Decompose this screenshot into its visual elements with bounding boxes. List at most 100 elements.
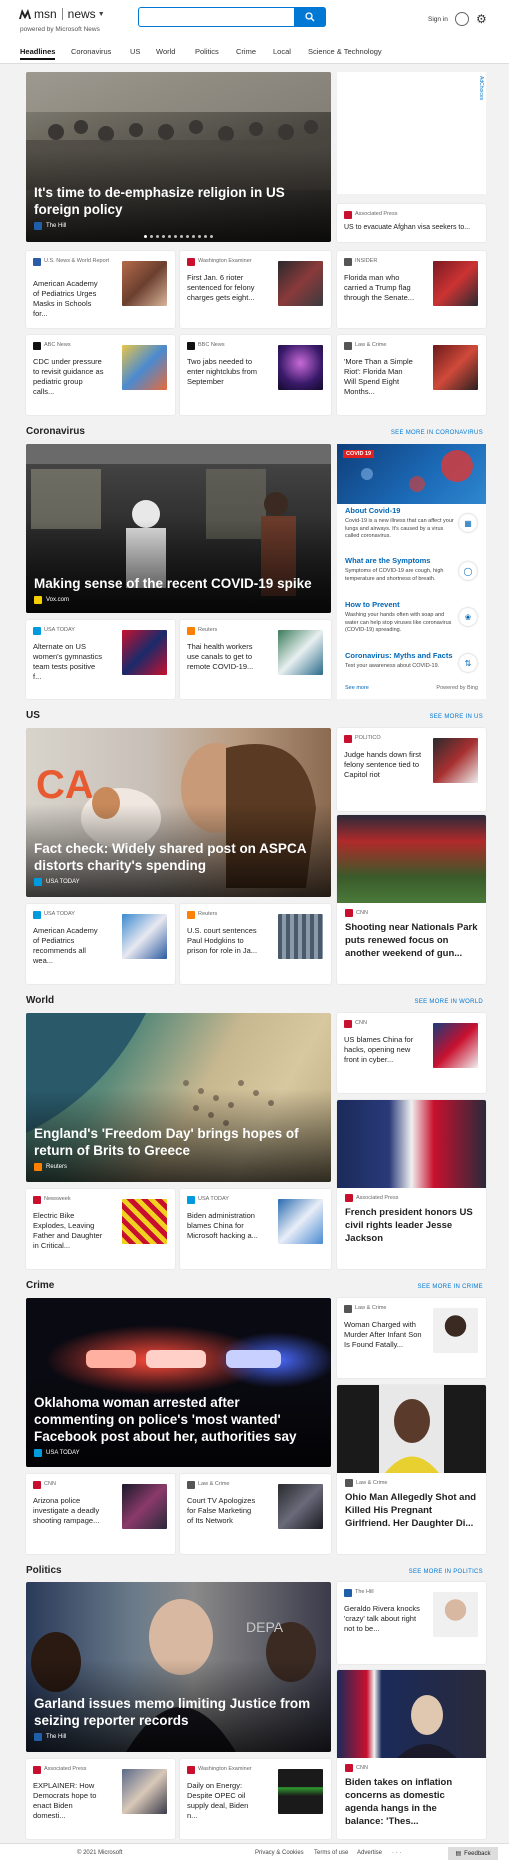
covid-item-prevent[interactable]: How to Prevent Washing your hands often … [345, 600, 455, 635]
card-title[interactable]: Biden takes on inflation concerns as dom… [345, 1776, 478, 1828]
card-title[interactable]: Shooting near Nationals Park puts renewe… [345, 921, 478, 960]
news-card[interactable]: Washington Examiner Daily on Energy: Des… [180, 1759, 331, 1839]
headlines-hero[interactable]: It's time to de-emphasize religion in US… [26, 72, 331, 242]
terms-link[interactable]: Terms of use [314, 1850, 348, 1856]
news-card[interactable]: Law & Crime 'More Than a Simple Riot': F… [337, 335, 486, 415]
news-card[interactable]: POLITICO Judge hands down first felony s… [337, 728, 486, 811]
news-card[interactable]: Newsweek Electric Bike Explodes, Leaving… [26, 1189, 175, 1269]
tall-news-card[interactable]: CNN Biden takes on inflation concerns as… [337, 1670, 486, 1839]
news-card[interactable]: The Hill Geraldo Rivera knocks 'crazy' t… [337, 1582, 486, 1664]
privacy-link[interactable]: Privacy & Cookies [255, 1850, 304, 1856]
card-title[interactable]: French president honors US civil rights … [345, 1206, 478, 1245]
news-card[interactable]: INSIDER Florida man who carried a Trump … [337, 251, 486, 328]
search-input[interactable] [139, 9, 289, 28]
see-more-coronavirus-link[interactable]: SEE MORE IN CORONAVIRUS [391, 430, 483, 436]
card-title[interactable]: Geraldo Rivera knocks 'crazy' talk about… [344, 1604, 422, 1634]
coronavirus-hero[interactable]: Making sense of the recent COVID-19 spik… [26, 444, 331, 613]
card-title[interactable]: Florida man who carried a Trump flag thr… [344, 273, 416, 303]
hero-title[interactable]: Garland issues memo limiting Justice fro… [34, 1695, 319, 1729]
hero-title[interactable]: Making sense of the recent COVID-19 spik… [34, 575, 319, 592]
nav-local[interactable]: Local [273, 47, 291, 56]
card-title[interactable]: 'More Than a Simple Riot': Florida Man W… [344, 357, 416, 397]
feedback-button[interactable]: ▤ Feedback [448, 1847, 498, 1860]
carousel-dot[interactable] [204, 235, 207, 238]
msn-logo[interactable]: msn news ▼ [18, 7, 105, 21]
card-title[interactable]: First Jan. 6 rioter sentenced for felony… [187, 273, 259, 303]
card-title[interactable]: Ohio Man Allegedly Shot and Killed His P… [345, 1491, 478, 1530]
card-title[interactable]: Biden administration blames China for Mi… [187, 1211, 259, 1241]
more-menu-icon[interactable]: · · · [392, 1850, 401, 1856]
nav-politics[interactable]: Politics [195, 47, 219, 56]
sign-in-link[interactable]: Sign in [428, 16, 448, 23]
see-more-world-link[interactable]: SEE MORE IN WORLD [415, 999, 483, 1005]
news-card[interactable]: Reuters U.S. court sentences Paul Hodgki… [180, 904, 331, 984]
see-more-crime-link[interactable]: SEE MORE IN CRIME [418, 1284, 483, 1290]
carousel-dot[interactable] [156, 235, 159, 238]
card-title[interactable]: CDC under pressure to revisit guidance a… [33, 357, 105, 397]
hero-title[interactable]: It's time to de-emphasize religion in US… [34, 184, 319, 218]
carousel-dot[interactable] [210, 235, 213, 238]
tall-news-card[interactable]: Associated Press French president honors… [337, 1100, 486, 1269]
card-title[interactable]: American Academy of Pediatrics recommend… [33, 926, 105, 966]
us-hero[interactable]: CA Fact check: Widely shared post on ASP… [26, 728, 331, 897]
news-card[interactable]: USA TODAY Alternate on US women's gymnas… [26, 620, 175, 699]
news-card[interactable]: CNN Arizona police investigate a deadly … [26, 1474, 175, 1554]
news-card[interactable]: ABC News CDC under pressure to revisit g… [26, 335, 175, 415]
carousel-dot[interactable] [192, 235, 195, 238]
covid-item-symptoms[interactable]: What are the Symptoms Symptoms of COVID-… [345, 556, 455, 583]
nav-us[interactable]: US [130, 47, 140, 56]
news-card[interactable]: Law & Crime Woman Charged with Murder Af… [337, 1298, 486, 1378]
carousel-dots[interactable] [26, 235, 331, 238]
see-more-us-link[interactable]: SEE MORE IN US [429, 714, 483, 720]
nav-headlines[interactable]: Headlines [20, 47, 56, 60]
carousel-dot[interactable] [180, 235, 183, 238]
hero-title[interactable]: England's 'Freedom Day' brings hopes of … [34, 1125, 319, 1159]
politics-hero[interactable]: DEPA Garland issues memo limiting Justic… [26, 1582, 331, 1752]
news-card[interactable]: Associated Press EXPLAINER: How Democrat… [26, 1759, 175, 1839]
nav-science-technology[interactable]: Science & Technology [308, 47, 382, 56]
carousel-dot[interactable] [144, 235, 147, 238]
card-title[interactable]: American Academy of Pediatrics Urges Mas… [33, 279, 105, 319]
card-title[interactable]: Two jabs needed to enter nightclubs from… [187, 357, 259, 387]
ad-slot[interactable]: AdChoices [337, 72, 486, 194]
chevron-down-icon[interactable]: ▼ [98, 11, 105, 18]
card-title[interactable]: Court TV Apologizes for False Marketing … [187, 1496, 259, 1526]
nav-coronavirus[interactable]: Coronavirus [71, 47, 111, 56]
news-card[interactable]: USA TODAY Biden administration blames Ch… [180, 1189, 331, 1269]
carousel-dot[interactable] [150, 235, 153, 238]
card-title[interactable]: Daily on Energy: Despite OPEC oil supply… [187, 1781, 259, 1821]
carousel-dot[interactable] [198, 235, 201, 238]
card-title[interactable]: Electric Bike Explodes, Leaving Father a… [33, 1211, 105, 1251]
news-card[interactable]: Reuters Thai health workers use canals t… [180, 620, 331, 699]
avatar-icon[interactable] [455, 12, 469, 26]
news-card[interactable]: USA TODAY American Academy of Pediatrics… [26, 904, 175, 984]
news-card[interactable]: CNN US blames China for hacks, opening n… [337, 1013, 486, 1093]
card-title[interactable]: Judge hands down first felony sentence t… [344, 750, 422, 780]
nav-crime[interactable]: Crime [236, 47, 256, 56]
covid-item-about[interactable]: About Covid-19 Covid-19 is a new illness… [345, 506, 455, 541]
carousel-dot[interactable] [174, 235, 177, 238]
gear-icon[interactable]: ⚙ [476, 12, 487, 26]
world-hero[interactable]: England's 'Freedom Day' brings hopes of … [26, 1013, 331, 1182]
covid-item-myths[interactable]: Coronavirus: Myths and Facts Test your a… [345, 651, 455, 671]
news-card[interactable]: Associated Press US to evacuate Afghan v… [337, 204, 486, 242]
nav-world[interactable]: World [156, 47, 175, 56]
tall-news-card[interactable]: Law & Crime Ohio Man Allegedly Shot and … [337, 1385, 486, 1554]
card-title[interactable]: Woman Charged with Murder After Infant S… [344, 1320, 422, 1350]
covid-see-more-link[interactable]: See more [345, 685, 369, 691]
carousel-dot[interactable] [168, 235, 171, 238]
search-box[interactable] [138, 7, 326, 28]
news-card[interactable]: U.S. News & World Report American Academ… [26, 251, 175, 328]
news-card[interactable]: BBC News Two jabs needed to enter nightc… [180, 335, 331, 415]
see-more-politics-link[interactable]: SEE MORE IN POLITICS [409, 1569, 483, 1575]
section-name[interactable]: news [68, 7, 96, 21]
card-title[interactable]: EXPLAINER: How Democrats hope to enact B… [33, 1781, 105, 1821]
card-title[interactable]: Alternate on US women's gymnastics team … [33, 642, 105, 682]
carousel-dot[interactable] [162, 235, 165, 238]
adchoices-label[interactable]: AdChoices [478, 76, 484, 100]
hero-title[interactable]: Oklahoma woman arrested after commenting… [34, 1394, 319, 1445]
news-card[interactable]: Washington Examiner First Jan. 6 rioter … [180, 251, 331, 328]
tall-news-card[interactable]: CNN Shooting near Nationals Park puts re… [337, 815, 486, 984]
carousel-dot[interactable] [186, 235, 189, 238]
card-title[interactable]: US to evacuate Afghan visa seekers to... [344, 224, 470, 231]
